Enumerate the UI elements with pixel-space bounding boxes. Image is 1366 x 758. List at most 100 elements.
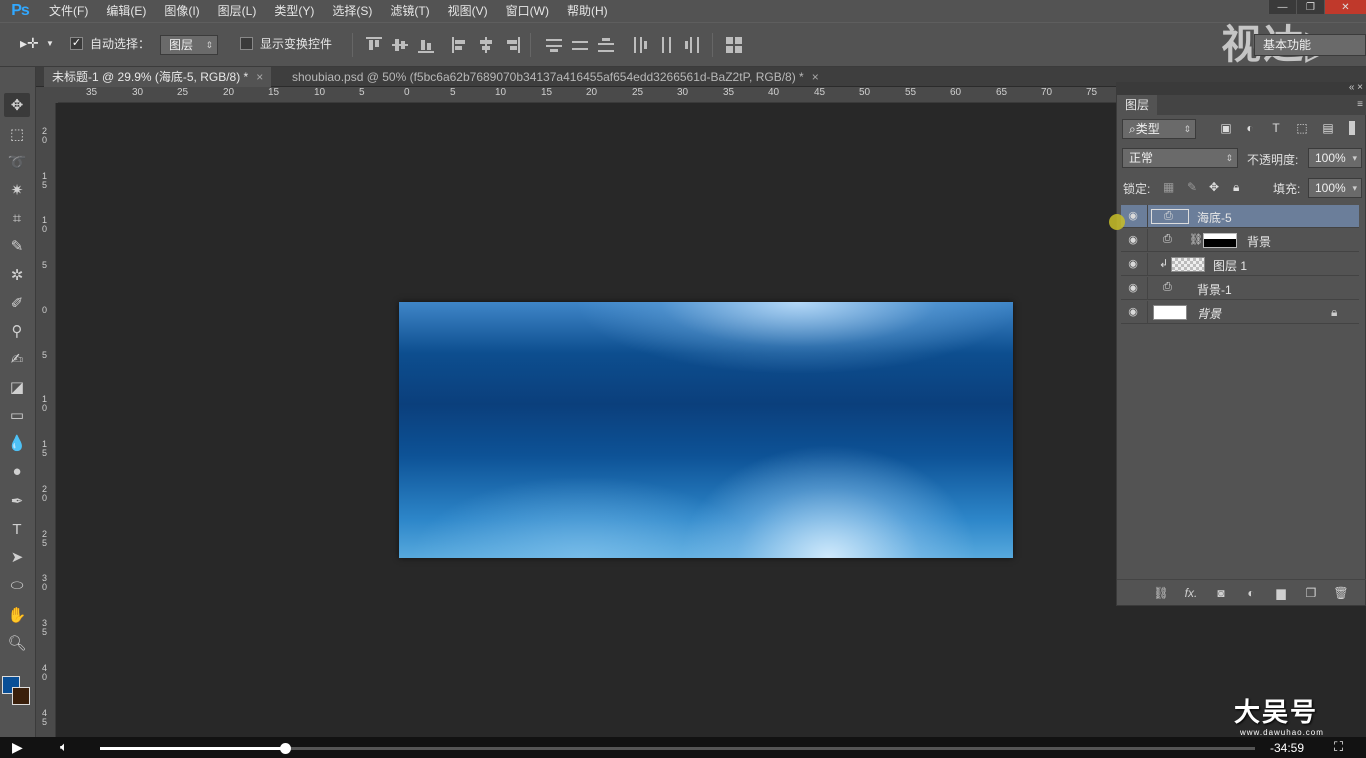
lasso-tool-icon[interactable]: ➰ xyxy=(4,150,30,174)
align-right-icon[interactable] xyxy=(504,37,520,53)
align-left-icon[interactable] xyxy=(452,37,468,53)
healing-brush-tool-icon[interactable]: ✲ xyxy=(4,263,30,287)
eyedropper-tool-icon[interactable]: ✎ xyxy=(4,234,30,258)
type-filter-icon[interactable]: T xyxy=(1269,121,1283,135)
collapse-icon[interactable]: « × xyxy=(1349,82,1363,93)
dodge-tool-icon[interactable]: ● xyxy=(4,459,30,483)
history-brush-tool-icon[interactable]: ✍ xyxy=(4,347,30,371)
distribute-right-icon[interactable] xyxy=(684,37,700,53)
pixel-filter-icon[interactable]: ▣ xyxy=(1219,121,1233,135)
distribute-vcenter-icon[interactable] xyxy=(572,37,588,53)
trash-icon[interactable]: 🗑︎ xyxy=(1333,586,1349,600)
align-vcenter-icon[interactable] xyxy=(392,37,408,53)
fill-input[interactable]: 100% ▾ xyxy=(1308,178,1362,198)
layer-row-background[interactable]: ◉ 背景 🔒︎ xyxy=(1121,301,1359,324)
menu-layer[interactable]: 图层(L) xyxy=(209,0,266,22)
horizontal-ruler[interactable]: 35 30 25 20 15 10 5 0 5 10 15 20 25 30 3… xyxy=(58,87,1116,103)
magic-wand-tool-icon[interactable]: ✷ xyxy=(4,178,30,202)
align-top-icon[interactable] xyxy=(366,37,382,53)
visibility-eye-icon[interactable]: ◉ xyxy=(1125,210,1141,222)
smart-object-filter-icon[interactable]: ▤ xyxy=(1321,121,1335,135)
menu-file[interactable]: 文件(F) xyxy=(40,0,97,22)
adjustment-layer-icon[interactable]: ◐ xyxy=(1243,586,1259,600)
move-icon[interactable]: ▸✛ xyxy=(20,35,39,52)
lock-transparent-icon[interactable]: ▦ xyxy=(1163,180,1174,194)
menu-type[interactable]: 类型(Y) xyxy=(265,0,323,22)
clone-stamp-tool-icon[interactable]: ⚲ xyxy=(4,319,30,343)
layer-name[interactable]: 图层 1 xyxy=(1213,257,1247,274)
auto-select-target-dropdown[interactable]: 图层 ⇕ xyxy=(160,35,218,55)
menu-select[interactable]: 选择(S) xyxy=(323,0,381,22)
play-icon[interactable]: ▶ xyxy=(12,739,23,756)
tab-layers[interactable]: 图层 xyxy=(1117,95,1158,115)
zoom-tool-icon[interactable]: 🔍︎ xyxy=(4,631,30,655)
menu-help[interactable]: 帮助(H) xyxy=(558,0,617,22)
ellipse-tool-icon[interactable]: ⬭ xyxy=(4,573,30,597)
pen-tool-icon[interactable]: ✒ xyxy=(4,489,30,513)
chevron-down-icon[interactable]: ▼ xyxy=(46,39,54,48)
path-selection-tool-icon[interactable]: ➤ xyxy=(4,545,30,569)
layer-name[interactable]: 背景 xyxy=(1197,305,1221,322)
layer-row-beijing-1[interactable]: ◉ ⎙ 背景-1 xyxy=(1121,277,1359,300)
align-hcenter-icon[interactable] xyxy=(478,37,494,53)
menu-filter[interactable]: 滤镜(T) xyxy=(381,0,438,22)
new-layer-icon[interactable]: ❐ xyxy=(1303,586,1319,600)
layer-name[interactable]: 背景-1 xyxy=(1197,281,1232,298)
new-group-folder-icon[interactable]: ▆ xyxy=(1273,586,1289,600)
tab-untitled-1[interactable]: 未标题-1 @ 29.9% (海底-5, RGB/8) * × xyxy=(44,67,272,87)
filter-kind-dropdown[interactable]: ⌕类型 ⇕ xyxy=(1122,119,1196,139)
layer-name[interactable]: 海底-5 xyxy=(1197,209,1232,226)
tab-shoubiao[interactable]: shoubiao.psd @ 50% (f5bc6a62b7689070b341… xyxy=(284,67,827,87)
distribute-hcenter-icon[interactable] xyxy=(658,37,674,53)
menu-image[interactable]: 图像(I) xyxy=(155,0,208,22)
add-mask-icon[interactable]: ◙ xyxy=(1213,586,1229,600)
visibility-eye-icon[interactable]: ◉ xyxy=(1125,234,1141,246)
visibility-eye-icon[interactable]: ◉ xyxy=(1125,258,1141,270)
auto-align-icon[interactable] xyxy=(726,37,742,53)
visibility-eye-icon[interactable]: ◉ xyxy=(1125,306,1141,318)
type-tool-icon[interactable]: T xyxy=(4,517,30,541)
volume-icon[interactable]: 🔈︎ xyxy=(60,739,68,755)
menu-window[interactable]: 窗口(W) xyxy=(497,0,558,22)
panel-menu-icon[interactable]: ≡ xyxy=(1357,99,1363,110)
adjustment-filter-icon[interactable]: ◐ xyxy=(1243,121,1257,135)
hand-tool-icon[interactable]: ✋ xyxy=(4,603,30,627)
lock-all-icon[interactable]: 🔒︎ xyxy=(1233,180,1239,195)
crop-tool-icon[interactable]: ⌗ xyxy=(4,206,30,230)
brush-tool-icon[interactable]: ✐ xyxy=(4,291,30,315)
fullscreen-icon[interactable]: ⛶ xyxy=(1334,739,1343,755)
gradient-tool-icon[interactable]: ▭ xyxy=(4,403,30,427)
align-bottom-icon[interactable] xyxy=(418,37,434,53)
eraser-tool-icon[interactable]: ◪ xyxy=(4,375,30,399)
layer-row-beijing[interactable]: ◉ ⎙ ⛓ 背景 xyxy=(1121,229,1359,252)
document-canvas-underwater-image[interactable] xyxy=(399,302,1013,558)
layer-name[interactable]: 背景 xyxy=(1247,233,1271,250)
lock-pixels-icon[interactable]: ✎ xyxy=(1187,180,1197,194)
visibility-eye-icon[interactable]: ◉ xyxy=(1125,282,1141,294)
layer-mask-thumbnail[interactable] xyxy=(1203,233,1237,248)
menu-edit[interactable]: 编辑(E) xyxy=(97,0,155,22)
link-layers-icon[interactable]: ⛓ xyxy=(1153,586,1169,600)
show-transform-checkbox[interactable] xyxy=(240,37,253,50)
menu-view[interactable]: 视图(V) xyxy=(439,0,497,22)
distribute-left-icon[interactable] xyxy=(632,37,648,53)
layer-row-layer-1[interactable]: ◉ ↲ 图层 1 xyxy=(1121,253,1359,276)
shape-filter-icon[interactable]: ⬚ xyxy=(1295,121,1309,135)
chain-link-icon[interactable]: ⛓ xyxy=(1189,233,1203,247)
close-icon[interactable]: × xyxy=(256,70,263,84)
distribute-bottom-icon[interactable] xyxy=(598,37,614,53)
lock-position-icon[interactable]: ✥ xyxy=(1209,180,1219,194)
move-tool-icon[interactable]: ✥ xyxy=(4,93,30,117)
layer-row-haidi-5[interactable]: ◉ ⎙ 海底-5 xyxy=(1121,205,1359,228)
close-icon[interactable]: × xyxy=(812,70,819,84)
panel-header[interactable]: « × xyxy=(1117,82,1366,95)
blend-mode-dropdown[interactable]: 正常 ⇕ xyxy=(1122,148,1238,168)
progress-handle[interactable] xyxy=(280,743,291,754)
marquee-tool-icon[interactable]: ⬚ xyxy=(4,122,30,146)
blur-tool-icon[interactable]: 💧 xyxy=(4,431,30,455)
distribute-top-icon[interactable] xyxy=(546,37,562,53)
vertical-ruler[interactable]: 20 15 10 5 0 5 10 15 20 25 30 35 40 45 xyxy=(36,103,56,737)
opacity-input[interactable]: 100% ▾ xyxy=(1308,148,1362,168)
auto-select-checkbox[interactable]: ✓ xyxy=(70,37,83,50)
layer-style-fx-icon[interactable]: fx. xyxy=(1183,586,1199,600)
